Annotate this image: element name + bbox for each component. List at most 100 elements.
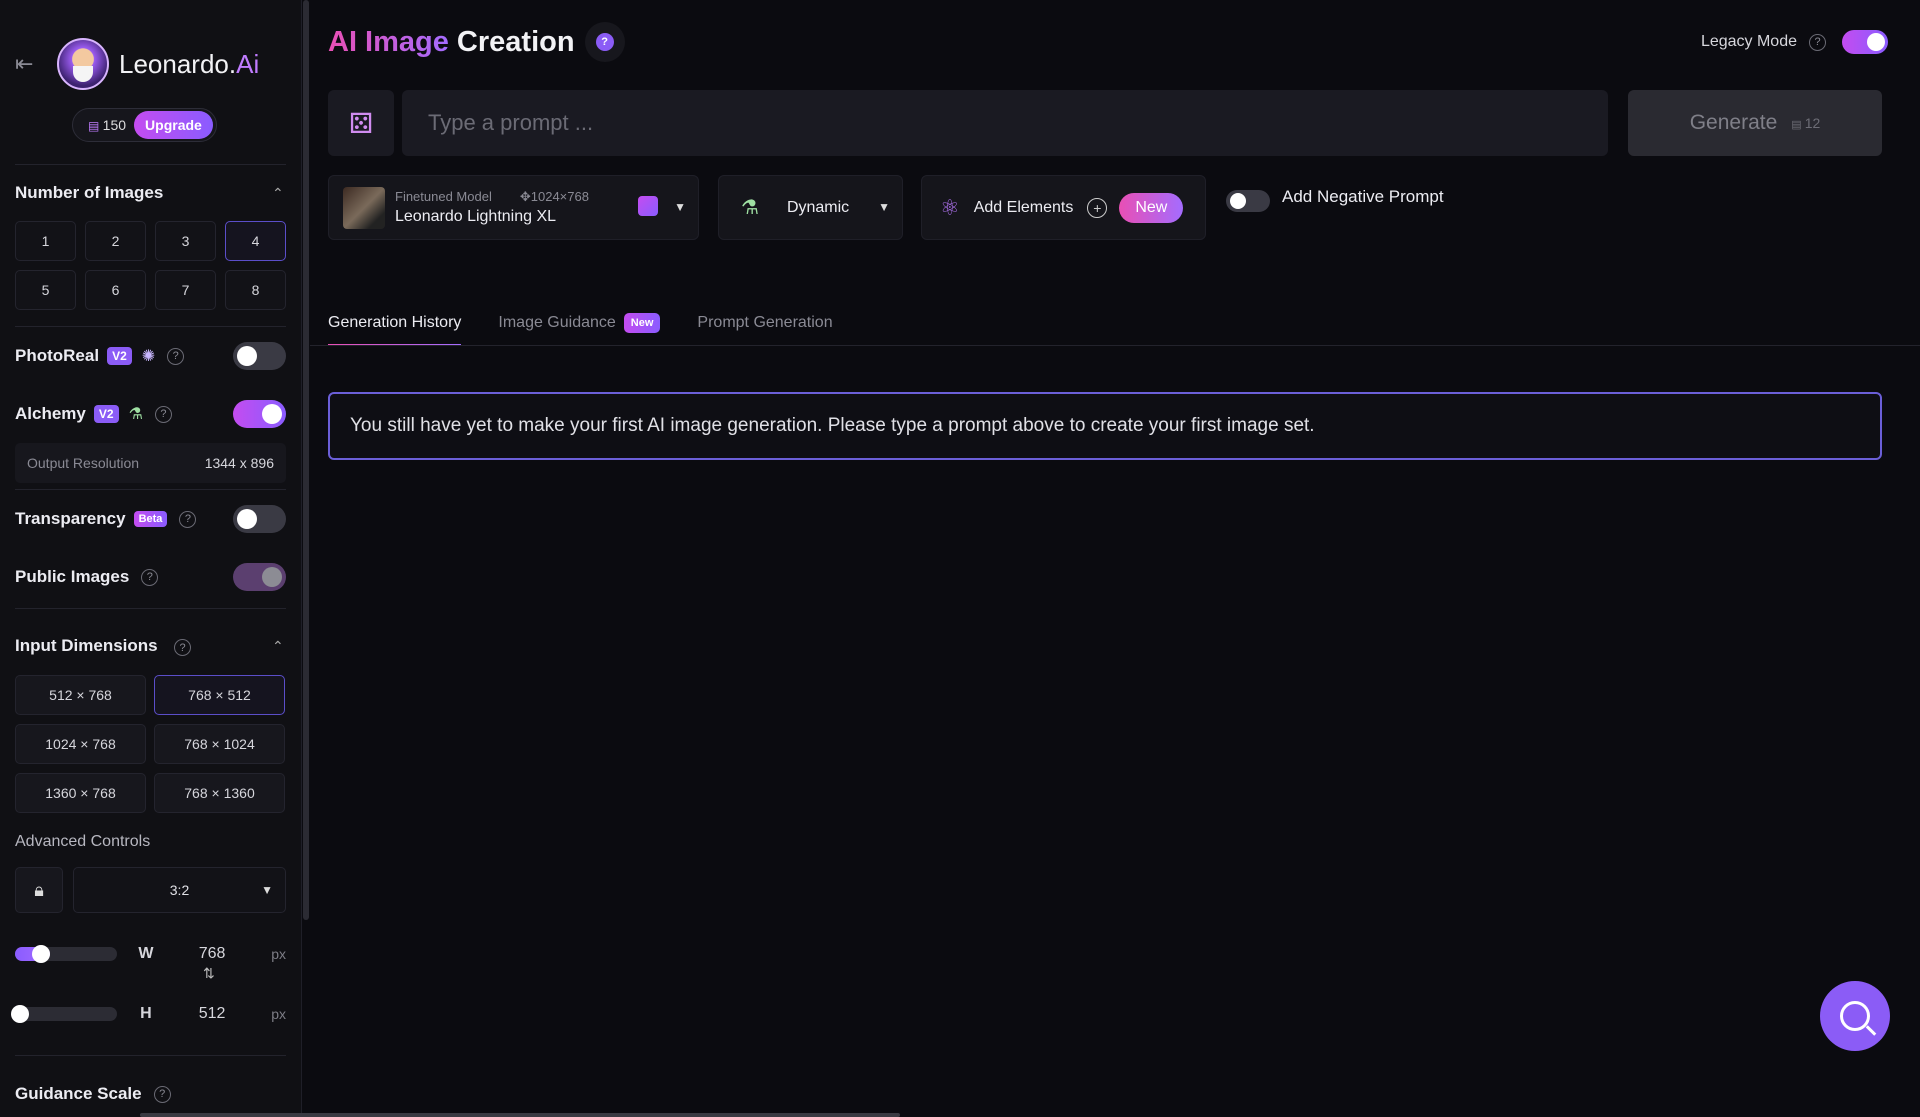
legacy-mode: Legacy Mode ? xyxy=(1701,30,1888,54)
guidance-scale-label: Guidance Scale xyxy=(15,1084,142,1103)
potion-icon: ⚗ xyxy=(128,406,143,423)
sidebar-scrollbar[interactable] xyxy=(303,0,309,920)
legacy-mode-help-icon[interactable]: ? xyxy=(1809,33,1826,51)
slider-thumb[interactable] xyxy=(11,1005,29,1023)
dimension-option-1024x768[interactable]: 1024 × 768 xyxy=(15,724,146,764)
plus-circle-icon[interactable]: + xyxy=(1087,197,1108,218)
potion-icon: ⚗ xyxy=(741,197,759,219)
upgrade-button[interactable]: Upgrade xyxy=(134,111,213,139)
new-badge: New xyxy=(623,313,661,333)
atom-icon: ⚛ xyxy=(940,194,960,220)
tab-generation-history[interactable]: Generation History xyxy=(328,302,462,346)
photoreal-version-badge: V2 xyxy=(107,347,132,365)
input-dimensions-header[interactable]: Input Dimensions ? ⌃ xyxy=(15,609,286,675)
advanced-controls-label: Advanced Controls xyxy=(15,833,151,850)
brand-logo xyxy=(57,38,109,90)
generate-button[interactable]: Generate 12 xyxy=(1628,90,1882,156)
num-images-option-6[interactable]: 6 xyxy=(85,270,146,310)
photoreal-help-icon[interactable]: ? xyxy=(167,347,185,365)
width-unit: px xyxy=(271,946,286,962)
dimension-option-768x1360[interactable]: 768 × 1360 xyxy=(154,773,285,813)
guidance-scale-row: Guidance Scale ? xyxy=(15,1074,286,1114)
collapse-sidebar-icon[interactable]: ⇤ xyxy=(15,51,45,77)
tab-prompt-generation[interactable]: Prompt Generation xyxy=(697,302,832,344)
guidance-scale-help-icon[interactable]: ? xyxy=(153,1085,171,1103)
output-resolution: Output Resolution 1344 x 896 xyxy=(15,443,286,483)
width-value[interactable]: 768 xyxy=(183,945,241,963)
search-help-button[interactable] xyxy=(1820,981,1890,1051)
height-value[interactable]: 512 xyxy=(183,1005,241,1023)
horizontal-scrollbar[interactable] xyxy=(140,1113,900,1117)
chevron-up-icon[interactable]: ⌃ xyxy=(272,185,286,202)
public-images-toggle[interactable] xyxy=(233,563,286,591)
num-images-option-4[interactable]: 4 xyxy=(225,221,286,261)
swap-dimensions-icon[interactable]: ⇅ xyxy=(203,965,215,982)
num-images-option-8[interactable]: 8 xyxy=(225,270,286,310)
alchemy-toggle[interactable] xyxy=(233,400,286,428)
app-window: ⇤ Leonardo.Ai 150 Upgrade Number of Imag… xyxy=(0,0,1920,1117)
input-dimensions-title: Input Dimensions xyxy=(15,635,158,655)
public-images-help-icon[interactable]: ? xyxy=(141,568,159,586)
caret-down-icon: ▼ xyxy=(261,883,273,897)
alchemy-label: Alchemy xyxy=(15,404,86,423)
random-prompt-button[interactable]: ⚄ xyxy=(328,90,394,156)
num-images-option-5[interactable]: 5 xyxy=(15,270,76,310)
aspect-ratio-select[interactable]: 3:2 ▼ xyxy=(73,867,286,913)
toggle-knob xyxy=(262,567,282,587)
dimension-option-1360x768[interactable]: 1360 × 768 xyxy=(15,773,146,813)
input-dimensions-title-wrap: Input Dimensions ? xyxy=(15,635,192,657)
page-title: AI Image Creation xyxy=(328,25,575,58)
model-info: Finetuned Model ✥1024×768 Leonardo Light… xyxy=(395,189,589,226)
dimension-option-768x1024[interactable]: 768 × 1024 xyxy=(154,724,285,764)
model-subline: Finetuned Model ✥1024×768 xyxy=(395,189,589,205)
swap-wrap: ⇅ xyxy=(15,965,286,989)
width-row: W 768 px xyxy=(15,929,286,979)
divider xyxy=(15,1055,286,1056)
page-help-button[interactable]: ? xyxy=(584,22,625,62)
caret-down-icon[interactable]: ▼ xyxy=(674,200,686,214)
tab-image-guidance[interactable]: Image Guidance New xyxy=(498,302,661,344)
aspect-ratio-row: 🔒︎ 3:2 ▼ xyxy=(15,867,286,913)
generate-label: Generate xyxy=(1689,111,1778,134)
slider-thumb[interactable] xyxy=(32,945,50,963)
alchemy-help-icon[interactable]: ? xyxy=(154,405,172,423)
toggle-knob xyxy=(1230,193,1246,209)
model-name: Leonardo Lightning XL xyxy=(395,208,557,225)
model-selector[interactable]: Finetuned Model ✥1024×768 Leonardo Light… xyxy=(328,175,699,240)
input-dimensions-help-icon[interactable]: ? xyxy=(174,639,192,657)
lock-icon: 🔒︎ xyxy=(34,879,44,900)
toggle-knob xyxy=(1867,33,1885,51)
add-elements-button[interactable]: ⚛ Add Elements + New xyxy=(921,175,1206,240)
num-images-option-2[interactable]: 2 xyxy=(85,221,146,261)
toggle-knob xyxy=(262,404,282,424)
legacy-mode-label: Legacy Mode xyxy=(1700,33,1797,50)
height-slider[interactable] xyxy=(11,1005,117,1023)
negative-prompt-row: Add Negative Prompt xyxy=(1226,187,1444,212)
prompt-input[interactable] xyxy=(402,90,1608,156)
legacy-mode-toggle[interactable] xyxy=(1842,30,1888,54)
public-images-label: Public Images xyxy=(15,567,130,586)
search-icon xyxy=(1840,1001,1870,1031)
lock-aspect-ratio-button[interactable]: 🔒︎ xyxy=(15,867,63,913)
model-details-icon[interactable] xyxy=(638,196,658,216)
dimension-option-512x768[interactable]: 512 × 768 xyxy=(15,675,146,715)
dice-icon: ⚄ xyxy=(348,107,374,139)
aspect-ratio-value: 3:2 xyxy=(169,882,190,898)
number-of-images-header[interactable]: Number of Images ⌃ xyxy=(15,165,286,221)
photoreal-toggle[interactable] xyxy=(233,342,286,370)
negative-prompt-toggle[interactable] xyxy=(1226,190,1270,212)
transparency-help-icon[interactable]: ? xyxy=(179,510,197,528)
width-slider[interactable] xyxy=(15,945,117,963)
token-balance: 150 xyxy=(76,117,134,133)
credits-widget: 150 Upgrade xyxy=(72,108,217,142)
alchemy-version-badge: V2 xyxy=(93,405,119,423)
dimension-option-768x512[interactable]: 768 × 512 xyxy=(154,675,285,715)
style-selector[interactable]: ⚗ Dynamic ▼ xyxy=(718,175,903,240)
tabs-divider xyxy=(310,345,1920,346)
num-images-option-3[interactable]: 3 xyxy=(155,221,216,261)
chevron-up-icon[interactable]: ⌃ xyxy=(272,638,286,655)
num-images-option-1[interactable]: 1 xyxy=(15,221,76,261)
transparency-toggle[interactable] xyxy=(233,505,286,533)
num-images-option-7[interactable]: 7 xyxy=(155,270,216,310)
caret-down-icon[interactable]: ▼ xyxy=(878,200,890,214)
